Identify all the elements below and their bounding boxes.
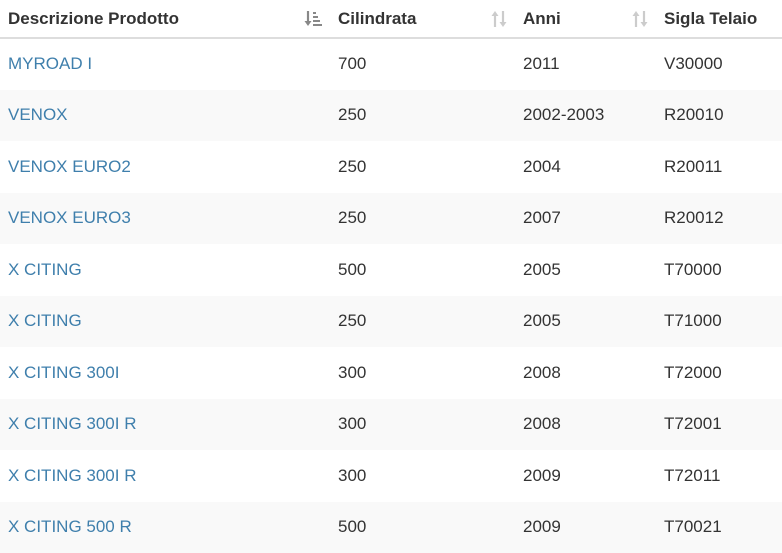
cell-anni: 2005 [515, 296, 656, 348]
table-header: Descrizione Prodotto Cilindrata [0, 0, 782, 38]
table-row: VENOX EURO3 2502007R20012 [0, 193, 782, 245]
column-header-descrizione[interactable]: Descrizione Prodotto [0, 0, 330, 38]
product-link[interactable]: X CITING 300I R [8, 466, 136, 485]
cell-cilindrata: 250 [330, 193, 515, 245]
cell-descrizione[interactable]: X CITING 500 R [0, 502, 330, 553]
cell-anni: 2004 [515, 141, 656, 193]
cell-sigla-telaio: R20011 [656, 141, 782, 193]
product-link[interactable]: X CITING 500 R [8, 517, 132, 536]
cell-cilindrata: 300 [330, 399, 515, 451]
cell-anni: 2007 [515, 193, 656, 245]
table-row: X CITING 500 R 5002009T70021 [0, 502, 782, 553]
products-table: Descrizione Prodotto Cilindrata [0, 0, 782, 553]
cell-anni: 2008 [515, 399, 656, 451]
cell-cilindrata: 250 [330, 296, 515, 348]
cell-descrizione[interactable]: X CITING 300I R [0, 399, 330, 451]
cell-descrizione[interactable]: VENOX EURO2 [0, 141, 330, 193]
table-row: X CITING 300I 3002008T72000 [0, 347, 782, 399]
cell-anni: 2008 [515, 347, 656, 399]
product-link[interactable]: VENOX EURO2 [8, 157, 131, 176]
cell-descrizione[interactable]: X CITING [0, 296, 330, 348]
sort-icon[interactable] [489, 9, 509, 29]
column-header-label: Cilindrata [338, 9, 416, 28]
table-row: X CITING 300I R 3002008T72001 [0, 399, 782, 451]
cell-sigla-telaio: R20010 [656, 90, 782, 142]
product-link[interactable]: X CITING 300I [8, 363, 119, 382]
cell-anni: 2011 [515, 38, 656, 90]
column-header-anni[interactable]: Anni [515, 0, 656, 38]
cell-descrizione[interactable]: MYROAD I [0, 38, 330, 90]
table-row: MYROAD I 7002011V30000 [0, 38, 782, 90]
cell-cilindrata: 250 [330, 90, 515, 142]
cell-anni: 2002-2003 [515, 90, 656, 142]
cell-anni: 2005 [515, 244, 656, 296]
cell-cilindrata: 500 [330, 244, 515, 296]
cell-sigla-telaio: T72001 [656, 399, 782, 451]
product-link[interactable]: X CITING 300I R [8, 414, 136, 433]
table-row: VENOX 2502002-2003R20010 [0, 90, 782, 142]
cell-descrizione[interactable]: VENOX EURO3 [0, 193, 330, 245]
product-link[interactable]: VENOX [8, 105, 68, 124]
cell-cilindrata: 250 [330, 141, 515, 193]
table-row: VENOX EURO2 2502004R20011 [0, 141, 782, 193]
cell-sigla-telaio: T72000 [656, 347, 782, 399]
cell-anni: 2009 [515, 502, 656, 553]
cell-descrizione[interactable]: X CITING 300I [0, 347, 330, 399]
product-link[interactable]: MYROAD I [8, 54, 92, 73]
product-link[interactable]: VENOX EURO3 [8, 208, 131, 227]
column-header-cilindrata[interactable]: Cilindrata [330, 0, 515, 38]
cell-anni: 2009 [515, 450, 656, 502]
cell-sigla-telaio: R20012 [656, 193, 782, 245]
column-header-label: Descrizione Prodotto [8, 9, 179, 28]
cell-cilindrata: 300 [330, 450, 515, 502]
sort-amount-asc-icon[interactable] [304, 9, 324, 29]
column-header-sigla-telaio[interactable]: Sigla Telaio [656, 0, 782, 38]
product-link[interactable]: X CITING [8, 311, 82, 330]
cell-cilindrata: 300 [330, 347, 515, 399]
cell-descrizione[interactable]: X CITING [0, 244, 330, 296]
cell-cilindrata: 700 [330, 38, 515, 90]
table-row: X CITING 5002005T70000 [0, 244, 782, 296]
cell-sigla-telaio: T71000 [656, 296, 782, 348]
sort-icon[interactable] [630, 9, 650, 29]
table-body: MYROAD I7002011V30000VENOX2502002-2003R2… [0, 38, 782, 553]
cell-sigla-telaio: T72011 [656, 450, 782, 502]
column-header-label: Sigla Telaio [664, 9, 757, 28]
product-link[interactable]: X CITING [8, 260, 82, 279]
cell-descrizione[interactable]: VENOX [0, 90, 330, 142]
cell-descrizione[interactable]: X CITING 300I R [0, 450, 330, 502]
table-row: X CITING 300I R 3002009T72011 [0, 450, 782, 502]
cell-sigla-telaio: T70021 [656, 502, 782, 553]
table-row: X CITING 2502005T71000 [0, 296, 782, 348]
cell-cilindrata: 500 [330, 502, 515, 553]
cell-sigla-telaio: V30000 [656, 38, 782, 90]
cell-sigla-telaio: T70000 [656, 244, 782, 296]
header-row: Descrizione Prodotto Cilindrata [0, 0, 782, 38]
column-header-label: Anni [523, 9, 561, 28]
